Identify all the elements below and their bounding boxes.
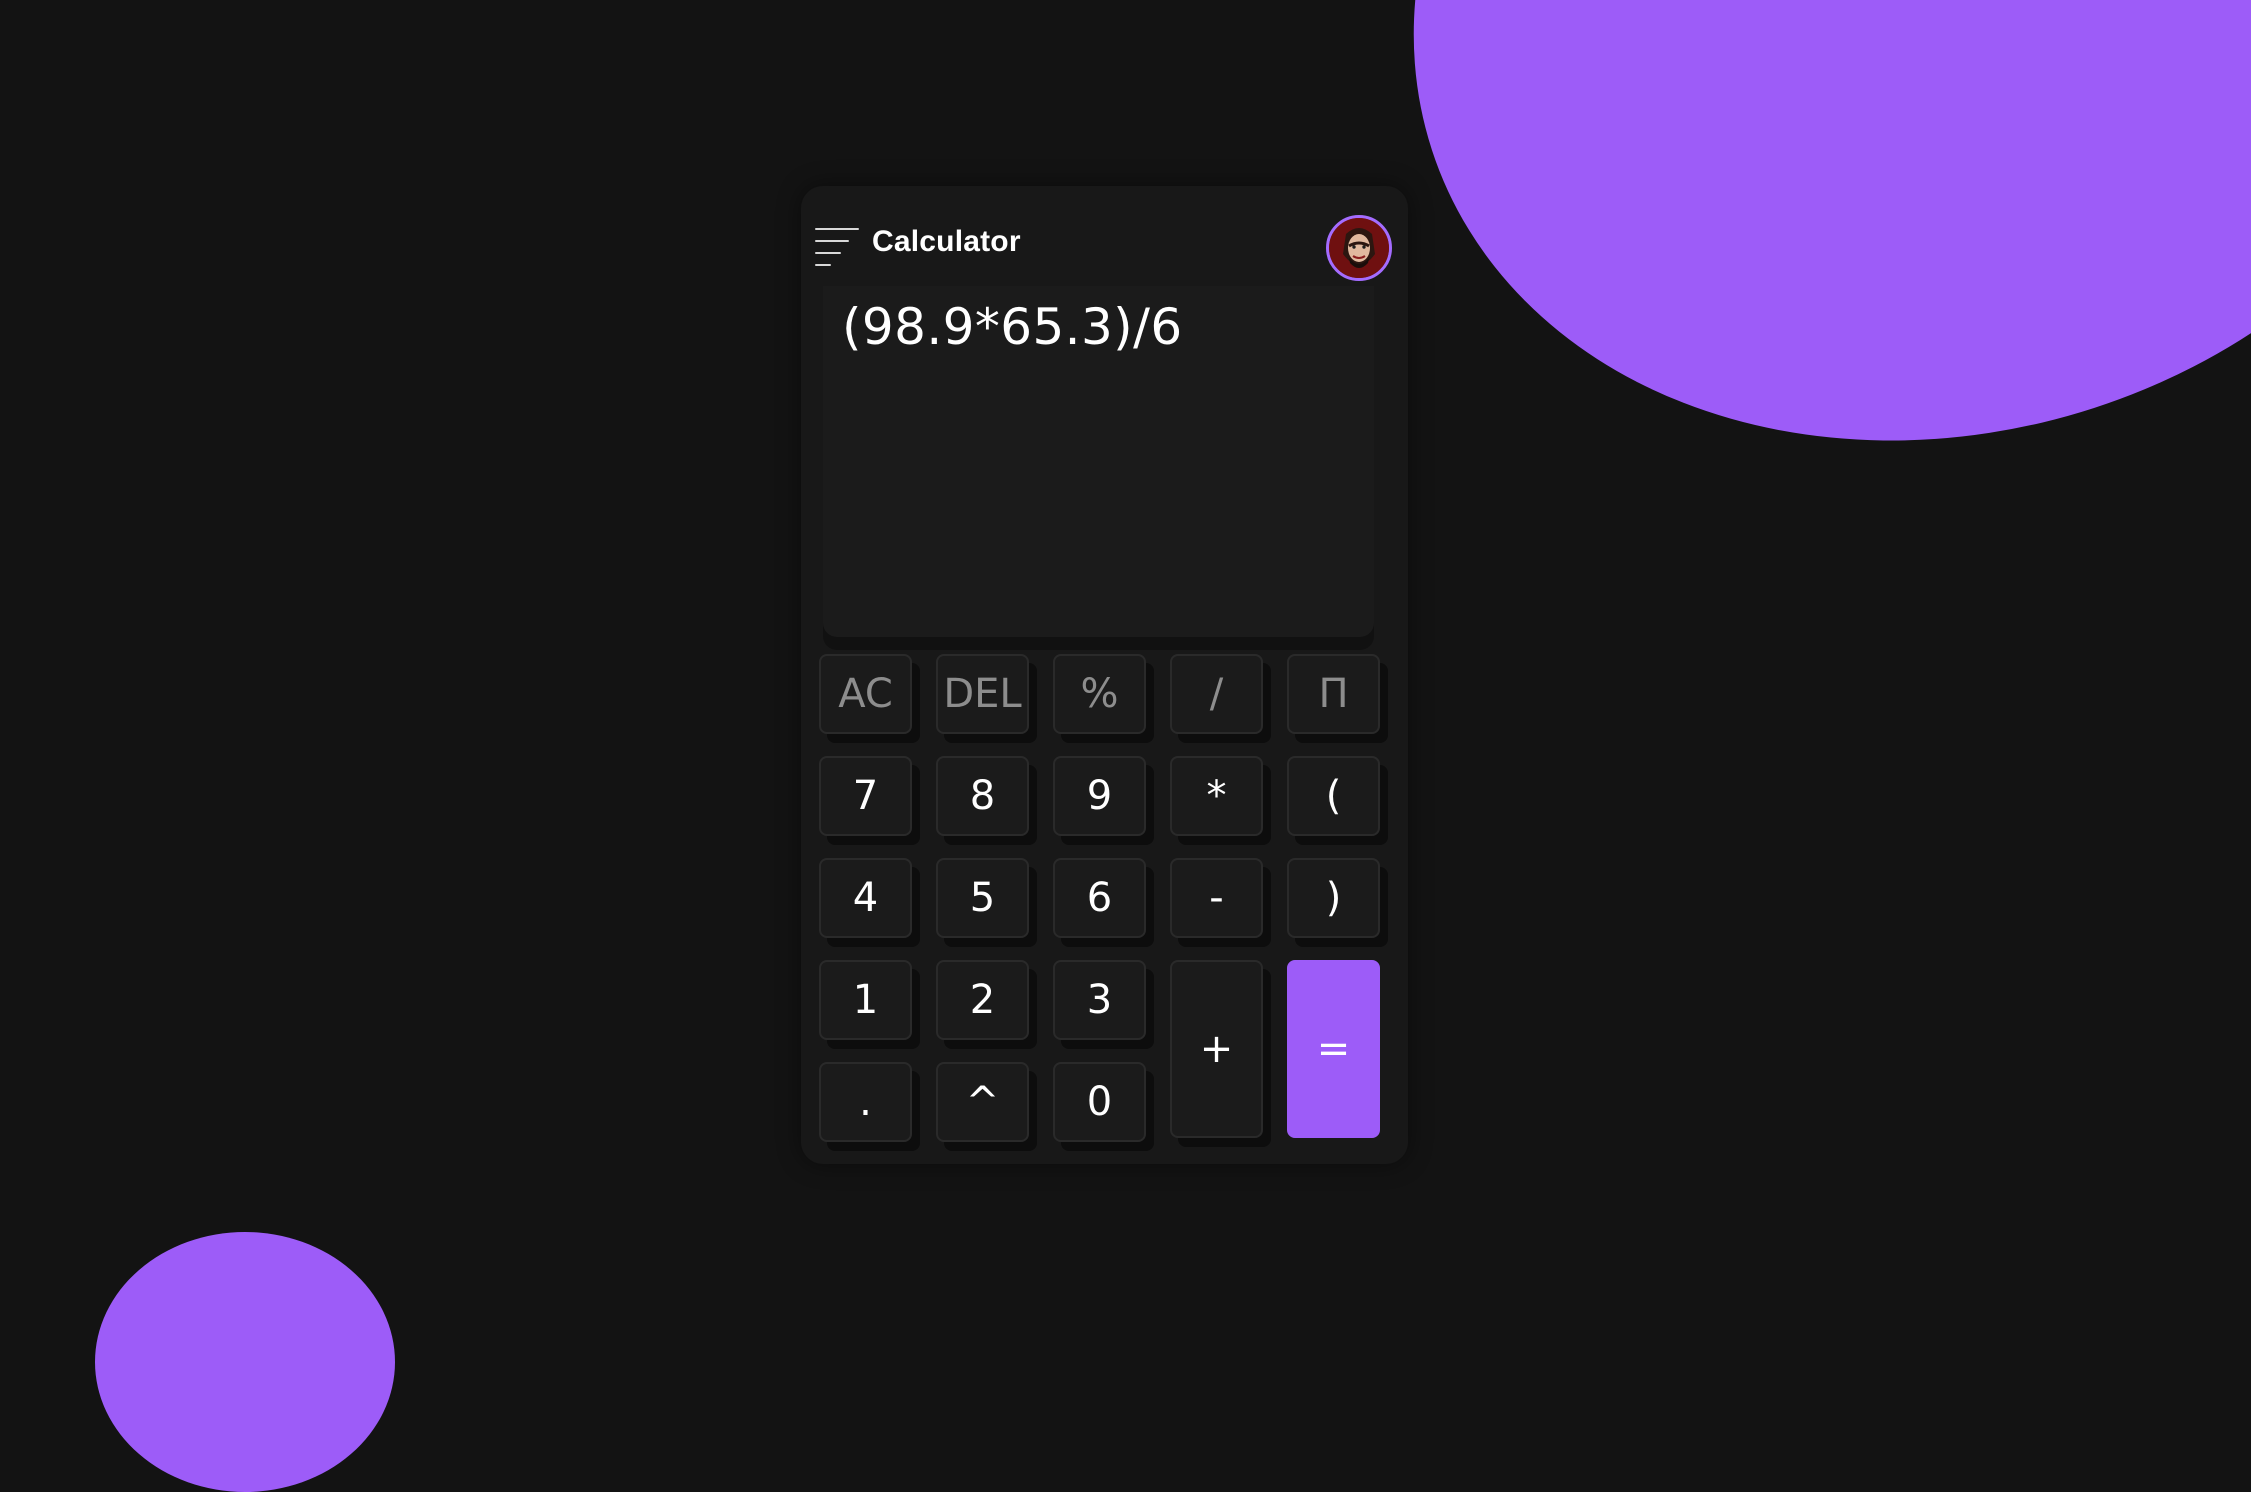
key-open-paren[interactable]: ( bbox=[1287, 756, 1380, 836]
key-six[interactable]: 6 bbox=[1053, 858, 1146, 938]
menu-line bbox=[815, 228, 859, 230]
key-decimal[interactable]: . bbox=[819, 1062, 912, 1142]
key-pi[interactable]: Π bbox=[1287, 654, 1380, 734]
app-title: Calculator bbox=[872, 225, 1021, 258]
key-seven[interactable]: 7 bbox=[819, 756, 912, 836]
menu-line bbox=[815, 252, 841, 254]
key-power[interactable]: ^ bbox=[936, 1062, 1029, 1142]
key-five[interactable]: 5 bbox=[936, 858, 1029, 938]
key-minus[interactable]: - bbox=[1170, 858, 1263, 938]
key-plus[interactable]: + bbox=[1170, 960, 1263, 1138]
display-expression: (98.9*65.3)/6 bbox=[842, 298, 1183, 356]
key-four[interactable]: 4 bbox=[819, 858, 912, 938]
display-area: (98.9*65.3)/6 bbox=[823, 286, 1374, 637]
calculator-header: Calculator bbox=[801, 186, 1408, 286]
key-one[interactable]: 1 bbox=[819, 960, 912, 1040]
menu-icon[interactable] bbox=[815, 228, 859, 266]
avatar-icon[interactable] bbox=[1326, 215, 1392, 281]
menu-line bbox=[815, 240, 849, 242]
decorative-bottom-left-shape bbox=[95, 1232, 395, 1492]
key-three[interactable]: 3 bbox=[1053, 960, 1146, 1040]
key-zero[interactable]: 0 bbox=[1053, 1062, 1146, 1142]
menu-line bbox=[815, 264, 831, 266]
key-nine[interactable]: 9 bbox=[1053, 756, 1146, 836]
key-ac[interactable]: AC bbox=[819, 654, 912, 734]
key-eight[interactable]: 8 bbox=[936, 756, 1029, 836]
key-del[interactable]: DEL bbox=[936, 654, 1029, 734]
key-close-paren[interactable]: ) bbox=[1287, 858, 1380, 938]
key-multiply[interactable]: * bbox=[1170, 756, 1263, 836]
key-two[interactable]: 2 bbox=[936, 960, 1029, 1040]
key-percent[interactable]: % bbox=[1053, 654, 1146, 734]
key-equals[interactable]: = bbox=[1287, 960, 1380, 1138]
decorative-top-right-shape bbox=[1292, 0, 2251, 578]
key-divide[interactable]: / bbox=[1170, 654, 1263, 734]
calculator-panel: Calculator (98.9*65.3)/6 AC DEL % / Π 7 … bbox=[801, 186, 1408, 1164]
